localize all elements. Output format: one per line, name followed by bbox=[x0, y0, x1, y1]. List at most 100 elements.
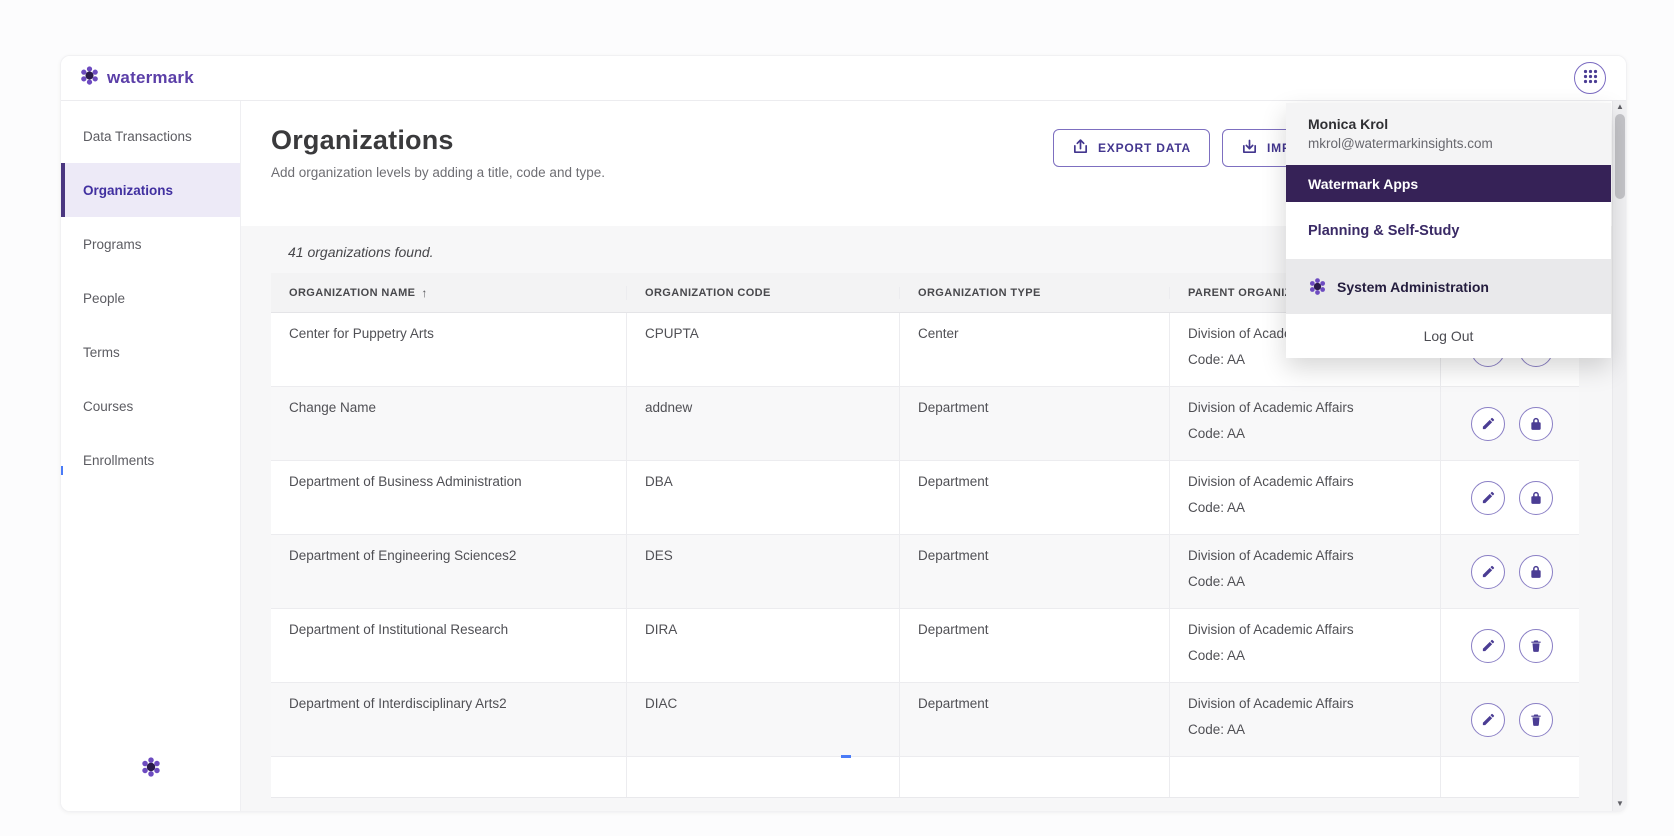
delete-button[interactable] bbox=[1519, 702, 1553, 737]
cell-organization-code: DES bbox=[627, 535, 900, 608]
sidebar-item[interactable]: Programs bbox=[61, 217, 240, 271]
parent-code: Code: AA bbox=[1188, 426, 1246, 441]
user-name: Monica Krol bbox=[1308, 116, 1389, 132]
pencil-icon bbox=[1481, 712, 1496, 727]
log-out-button[interactable]: Log Out bbox=[1286, 314, 1611, 358]
watermark-spark-icon bbox=[79, 65, 100, 91]
export-data-button[interactable]: EXPORT DATA bbox=[1053, 129, 1211, 167]
sidebar-item-label: Data Transactions bbox=[83, 128, 192, 144]
parent-name: Division of Academic Affairs bbox=[1188, 622, 1354, 637]
header-organization-type[interactable]: ORGANIZATION TYPE bbox=[900, 286, 1170, 299]
scrollbar-thumb[interactable] bbox=[1615, 114, 1625, 199]
cell-organization-type: Department bbox=[900, 535, 1170, 608]
artifact-blue-tick bbox=[61, 466, 63, 475]
lock-icon bbox=[1529, 491, 1543, 505]
table-row: Change Name addnew Department Division o… bbox=[271, 387, 1579, 461]
sidebar-item[interactable]: Terms bbox=[61, 325, 240, 379]
edit-button[interactable] bbox=[1471, 702, 1505, 737]
row-actions bbox=[1441, 387, 1579, 460]
header-organization-name[interactable]: ORGANIZATION NAME ↑ bbox=[271, 285, 627, 300]
sidebar-item[interactable]: People bbox=[61, 271, 240, 325]
parent-name: Division of Academic Affairs bbox=[1188, 474, 1354, 489]
row-actions bbox=[1441, 535, 1579, 608]
table-row: Department of Engineering Sciences2 DES … bbox=[271, 535, 1579, 609]
user-info: Monica Krol mkrol@watermarkinsights.com bbox=[1286, 103, 1611, 165]
row-actions bbox=[1441, 683, 1579, 756]
cell-organization-type: Department bbox=[900, 683, 1170, 756]
table-row: Department of Business Administration DB… bbox=[271, 461, 1579, 535]
parent-code: Code: AA bbox=[1188, 574, 1246, 589]
user-dropdown-menu: Monica Krol mkrol@watermarkinsights.com … bbox=[1286, 103, 1611, 358]
sidebar-item-label: Programs bbox=[83, 236, 142, 252]
cell-organization-code: DBA bbox=[627, 461, 900, 534]
cell-organization-type: Department bbox=[900, 609, 1170, 682]
scroll-up-arrow[interactable]: ▲ bbox=[1613, 100, 1626, 113]
sidebar-item[interactable]: Data Transactions bbox=[61, 109, 240, 163]
table-row: Department of Institutional Research DIR… bbox=[271, 609, 1579, 683]
apps-grid-icon bbox=[1583, 69, 1598, 87]
sidebar-item-label: Courses bbox=[83, 398, 134, 414]
partial-cell bbox=[271, 757, 627, 797]
brand-name: watermark bbox=[107, 68, 194, 87]
apps-grid-button[interactable] bbox=[1574, 62, 1606, 94]
header-code-label: ORGANIZATION CODE bbox=[645, 286, 771, 299]
pencil-icon bbox=[1481, 638, 1496, 653]
sidebar-item-label: People bbox=[83, 290, 126, 306]
lock-icon bbox=[1529, 417, 1543, 431]
cell-organization-name: Department of Business Administration bbox=[271, 461, 627, 534]
parent-name: Division of Academic Affairs bbox=[1188, 548, 1354, 563]
parent-name: Division of Academic Affairs bbox=[1188, 400, 1354, 415]
delete-button[interactable] bbox=[1519, 628, 1553, 663]
parent-name: Division of Academic Affairs bbox=[1188, 696, 1354, 711]
vertical-scrollbar[interactable]: ▲ ▼ bbox=[1612, 99, 1626, 811]
cell-organization-name: Change Name bbox=[271, 387, 627, 460]
scroll-down-arrow[interactable]: ▼ bbox=[1613, 797, 1626, 810]
export-icon bbox=[1072, 138, 1089, 158]
sidebar-watermark-spark-icon bbox=[140, 756, 162, 783]
cell-organization-code: DIAC bbox=[627, 683, 900, 756]
cell-organization-name: Center for Puppetry Arts bbox=[271, 313, 627, 386]
sidebar-item-label: Enrollments bbox=[83, 452, 155, 468]
header-organization-code[interactable]: ORGANIZATION CODE bbox=[627, 286, 900, 299]
edit-button[interactable] bbox=[1471, 480, 1505, 515]
pencil-icon bbox=[1481, 564, 1496, 579]
table-body: Center for Puppetry Arts CPUPTA Center D… bbox=[271, 313, 1579, 757]
watermark-logo[interactable]: watermark bbox=[79, 65, 194, 91]
header-type-label: ORGANIZATION TYPE bbox=[918, 286, 1041, 299]
header-name-label: ORGANIZATION NAME bbox=[289, 286, 416, 299]
cell-parent-organization: Division of Academic Affairs Code: AA bbox=[1170, 387, 1441, 460]
row-actions bbox=[1441, 461, 1579, 534]
parent-code: Code: AA bbox=[1188, 722, 1246, 737]
cell-parent-organization: Division of Academic Affairs Code: AA bbox=[1170, 609, 1441, 682]
partial-cell bbox=[627, 757, 900, 797]
partial-cell bbox=[900, 757, 1170, 797]
sidebar-item[interactable]: Courses bbox=[61, 379, 240, 433]
lock-button[interactable] bbox=[1519, 554, 1553, 589]
table-row-partial bbox=[271, 755, 1579, 798]
import-icon bbox=[1241, 138, 1258, 158]
lock-icon bbox=[1529, 565, 1543, 579]
trash-icon bbox=[1529, 713, 1543, 727]
pencil-icon bbox=[1481, 490, 1496, 505]
sidebar-item[interactable]: Enrollments bbox=[61, 433, 240, 487]
parent-code: Code: AA bbox=[1188, 500, 1246, 515]
watermark-spark-icon bbox=[1308, 277, 1327, 296]
pencil-icon bbox=[1481, 416, 1496, 431]
cell-organization-type: Department bbox=[900, 387, 1170, 460]
cell-organization-code: CPUPTA bbox=[627, 313, 900, 386]
menu-item-planning-self-study[interactable]: Planning & Self-Study bbox=[1286, 202, 1611, 259]
edit-button[interactable] bbox=[1471, 628, 1505, 663]
edit-button[interactable] bbox=[1471, 406, 1505, 441]
lock-button[interactable] bbox=[1519, 406, 1553, 441]
lock-button[interactable] bbox=[1519, 480, 1553, 515]
cell-organization-name: Department of Institutional Research bbox=[271, 609, 627, 682]
sidebar-item[interactable]: Organizations bbox=[61, 163, 240, 217]
top-bar: watermark bbox=[61, 56, 1626, 101]
parent-code: Code: AA bbox=[1188, 648, 1246, 663]
table-row: Department of Interdisciplinary Arts2 DI… bbox=[271, 683, 1579, 757]
sidebar-item-label: Organizations bbox=[83, 182, 174, 198]
menu-item-system-administration[interactable]: System Administration bbox=[1286, 259, 1611, 314]
app-window: watermark Data Transactions Organization… bbox=[60, 55, 1627, 812]
edit-button[interactable] bbox=[1471, 554, 1505, 589]
cell-parent-organization: Division of Academic Affairs Code: AA bbox=[1170, 683, 1441, 756]
